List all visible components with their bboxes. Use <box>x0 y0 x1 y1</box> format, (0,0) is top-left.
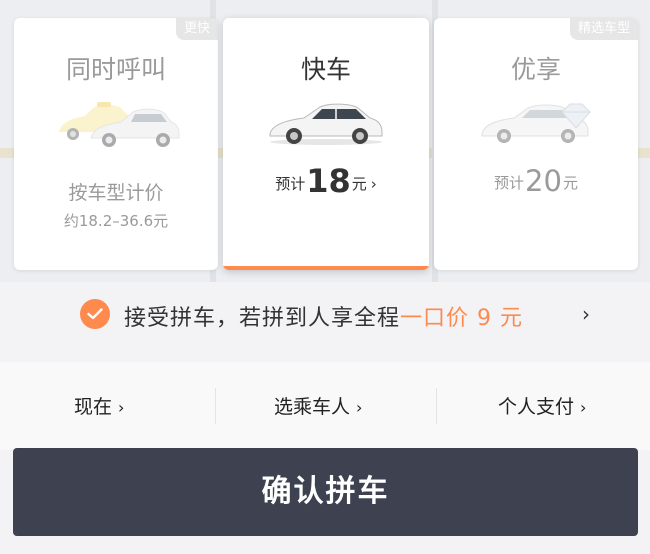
estimated-price: 预计20元 <box>434 164 638 198</box>
price-prefix: 预计 <box>494 174 525 192</box>
carpool-price: 一口价 9 元 <box>400 306 523 331</box>
car-icon <box>266 98 386 150</box>
estimated-price: 预计18元 › <box>223 162 429 200</box>
payment-option-label: 个人支付 <box>498 396 575 418</box>
ride-card-premium[interactable]: 精选车型 优享 预计20元 <box>434 18 638 270</box>
ride-type-cards: 更快 同时呼叫 按车型计价 约18.2–36.6元 快车 预计18元 › 精选车… <box>14 18 638 270</box>
price-unit: 元 <box>562 174 578 192</box>
price-range: 约18.2–36.6元 <box>63 212 169 230</box>
ride-card-express[interactable]: 快车 预计18元 › <box>223 18 429 270</box>
trip-options-bar: 现在 › 选乘车人 › 个人支付 › <box>0 362 650 450</box>
payment-option[interactable]: 个人支付 › <box>498 392 586 419</box>
premium-car-diamond-icon <box>476 98 596 150</box>
pricing-note: 按车型计价 <box>68 182 164 204</box>
ride-card-title: 快车 <box>300 55 351 84</box>
confirm-carpool-button[interactable]: 确认拼车 <box>13 448 638 536</box>
ride-card-title: 同时呼叫 <box>65 55 166 84</box>
divider <box>436 388 437 424</box>
chevron-right-icon[interactable]: › <box>371 175 377 193</box>
time-option[interactable]: 现在 › <box>74 392 124 419</box>
taxi-and-car-icon <box>51 98 181 152</box>
carpool-option[interactable]: 接受拼车，若拼到人享全程一口价 9 元 › <box>0 282 650 352</box>
carpool-text: 接受拼车，若拼到人享全程 <box>124 306 401 331</box>
carpool-label: 接受拼车，若拼到人享全程一口价 9 元 <box>124 300 523 332</box>
chevron-right-icon: › <box>118 398 125 417</box>
time-option-label: 现在 <box>74 396 113 418</box>
passenger-option-label: 选乘车人 <box>274 396 351 418</box>
price-unit: 元 <box>351 175 367 193</box>
faster-tag: 更快 <box>175 18 218 40</box>
divider <box>215 388 216 424</box>
premium-tag: 精选车型 <box>569 18 638 40</box>
selected-indicator <box>223 266 429 270</box>
checkmark-icon[interactable] <box>80 299 110 329</box>
price-prefix: 预计 <box>275 175 306 193</box>
chevron-right-icon: › <box>356 398 363 417</box>
price-value: 20 <box>525 164 562 198</box>
ride-card-simultaneous[interactable]: 更快 同时呼叫 按车型计价 约18.2–36.6元 <box>14 18 218 270</box>
ride-card-title: 优享 <box>510 55 561 84</box>
passenger-option[interactable]: 选乘车人 › <box>274 392 362 419</box>
chevron-right-icon[interactable]: › <box>582 302 590 326</box>
price-value: 18 <box>306 162 351 200</box>
chevron-right-icon: › <box>580 398 587 417</box>
